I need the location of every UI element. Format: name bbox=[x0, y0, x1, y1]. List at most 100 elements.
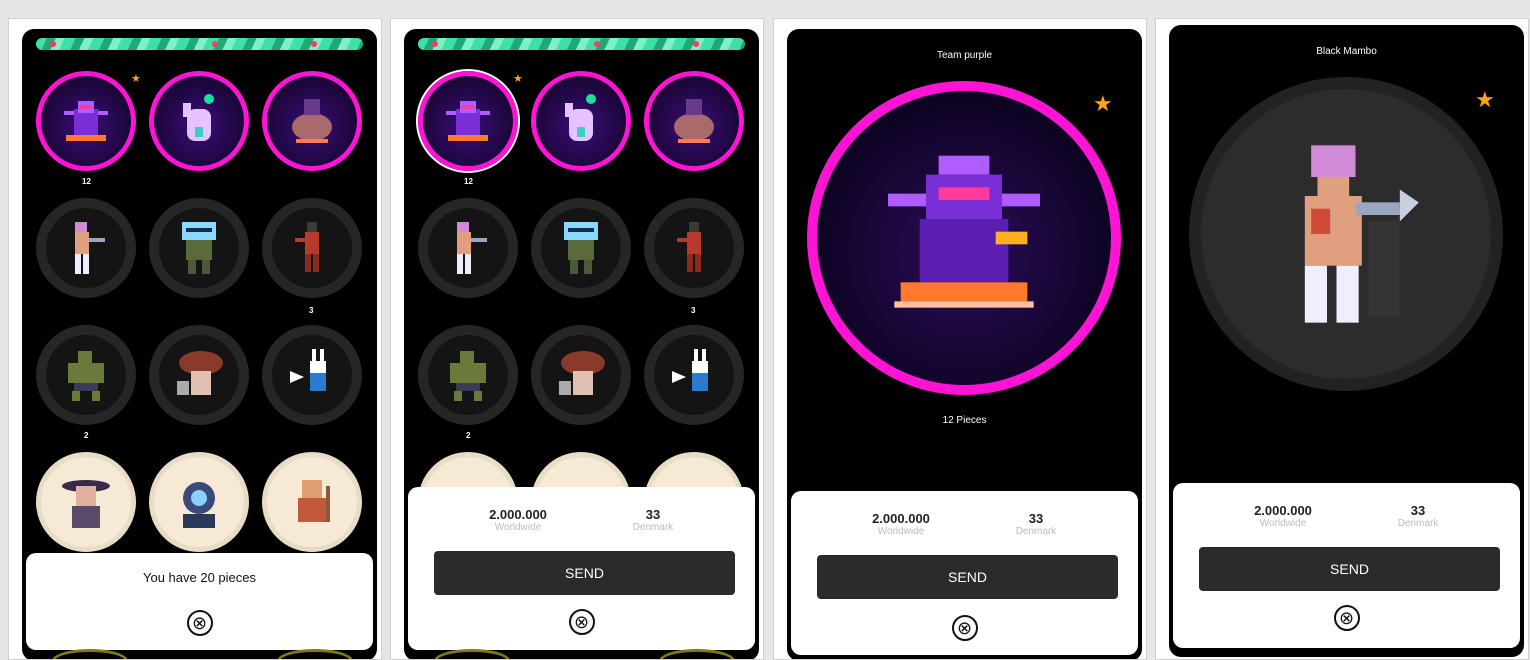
red-fighter-icon bbox=[295, 222, 319, 272]
token-hulk[interactable] bbox=[36, 325, 136, 425]
denmark-label: Denmark bbox=[1015, 526, 1057, 537]
phone-screen: Black Mambo ★ 2.000.000 Worldwide 33 Den… bbox=[1169, 25, 1524, 657]
token-black-mambo[interactable] bbox=[418, 198, 518, 298]
favorite-star-icon: ★ bbox=[1475, 87, 1495, 112]
token-cat-warrior[interactable] bbox=[262, 452, 362, 552]
progress-banner bbox=[36, 38, 363, 50]
token-team-purple[interactable] bbox=[36, 71, 136, 171]
close-icon[interactable]: ⊗ bbox=[951, 615, 978, 641]
phone-screen: Team purple ★ 12 Pieces 2.000.000 Worldw… bbox=[787, 29, 1142, 659]
close-icon[interactable]: ⊗ bbox=[186, 610, 213, 636]
stat-denmark: 33 Denmark bbox=[1348, 503, 1488, 529]
denmark-value: 33 bbox=[1410, 503, 1426, 518]
mushroom-icon bbox=[559, 351, 605, 395]
piece-count: 12 bbox=[464, 177, 473, 186]
stats-row: 2.000.000 Worldwide 33 Denmark bbox=[791, 511, 1138, 545]
brute-icon bbox=[68, 351, 104, 401]
token-witch-portrait[interactable] bbox=[36, 452, 136, 552]
lucky-cat-icon bbox=[183, 94, 214, 141]
worldwide-value: 2.000.000 bbox=[872, 511, 930, 526]
denmark-label: Denmark bbox=[1397, 518, 1439, 529]
brute-icon bbox=[450, 351, 486, 401]
favorite-star-icon: ★ bbox=[1093, 91, 1113, 116]
close-icon[interactable]: ⊗ bbox=[1333, 605, 1360, 631]
favorite-star-icon: ★ bbox=[513, 73, 523, 85]
piece-count: 12 bbox=[82, 177, 91, 186]
stats-row: 2.000.000 Worldwide 33 Denmark bbox=[408, 507, 755, 541]
denmark-value: 33 bbox=[645, 507, 661, 522]
rabbit-icon bbox=[290, 349, 326, 391]
token-team-purple[interactable] bbox=[418, 71, 518, 171]
toad-icon bbox=[674, 99, 714, 143]
token-artwork bbox=[807, 81, 1121, 395]
token-mushroom[interactable] bbox=[531, 325, 631, 425]
token-robot-portrait[interactable] bbox=[149, 452, 249, 552]
send-button[interactable]: SEND bbox=[817, 555, 1118, 599]
favorite-star-icon: ★ bbox=[131, 73, 141, 85]
phone-screen: ★ 12 3 bbox=[22, 29, 377, 659]
tv-head-icon bbox=[564, 222, 598, 274]
token-title: Black Mambo bbox=[1316, 46, 1377, 57]
token-red-fighter[interactable] bbox=[644, 198, 744, 298]
robot-throne-icon bbox=[446, 101, 490, 141]
token-lucky-cat[interactable] bbox=[531, 71, 631, 171]
token-toad[interactable] bbox=[262, 71, 362, 171]
stat-worldwide: 2.000.000 Worldwide bbox=[831, 511, 971, 537]
stat-denmark: 33 Denmark bbox=[966, 511, 1106, 537]
stats-row: 2.000.000 Worldwide 33 Denmark bbox=[1173, 503, 1520, 537]
denmark-value: 33 bbox=[1028, 511, 1044, 526]
decor-arc bbox=[434, 649, 510, 659]
cyborg-girl-icon bbox=[1304, 145, 1419, 323]
piece-count: 3 bbox=[691, 306, 696, 315]
phone-screen: ★ 12 3 bbox=[404, 29, 759, 659]
decor-arc bbox=[52, 649, 128, 659]
cyborg-girl-icon bbox=[457, 222, 487, 274]
token-black-mambo[interactable] bbox=[36, 198, 136, 298]
token-mushroom[interactable] bbox=[149, 325, 249, 425]
pieces-summary-text: You have 20 pieces bbox=[142, 570, 256, 585]
cyborg-girl-icon bbox=[75, 222, 105, 274]
witch-portrait-icon bbox=[62, 480, 110, 528]
mushroom-icon bbox=[177, 351, 223, 395]
stat-worldwide: 2.000.000 Worldwide bbox=[1213, 503, 1353, 529]
robot-throne-icon bbox=[888, 155, 1040, 308]
token-rabbit[interactable] bbox=[262, 325, 362, 425]
token-lucky-cat[interactable] bbox=[149, 71, 249, 171]
screen-token-detail-black-mambo: Black Mambo ★ 2.000.000 Worldwide 33 Den… bbox=[1155, 18, 1529, 660]
toad-icon bbox=[292, 99, 332, 143]
token-grid: ★ 12 3 2 bbox=[36, 71, 366, 579]
progress-banner bbox=[418, 38, 745, 50]
token-red-fighter[interactable] bbox=[262, 198, 362, 298]
token-toad[interactable] bbox=[644, 71, 744, 171]
tv-head-icon bbox=[182, 222, 216, 274]
pieces-sheet: You have 20 pieces ⊗ bbox=[26, 553, 373, 650]
worldwide-label: Worldwide bbox=[877, 526, 925, 537]
worldwide-label: Worldwide bbox=[494, 522, 542, 533]
red-fighter-icon bbox=[677, 222, 701, 272]
token-screen-head[interactable] bbox=[531, 198, 631, 298]
decor-arc bbox=[277, 649, 353, 659]
stat-worldwide: 2.000.000 Worldwide bbox=[448, 507, 588, 533]
close-icon[interactable]: ⊗ bbox=[568, 609, 595, 635]
send-sheet: 2.000.000 Worldwide 33 Denmark SEND ⊗ bbox=[791, 491, 1138, 655]
lucky-cat-icon bbox=[565, 94, 596, 141]
send-button[interactable]: SEND bbox=[434, 551, 735, 595]
send-button[interactable]: SEND bbox=[1199, 547, 1500, 591]
token-rabbit[interactable] bbox=[644, 325, 744, 425]
token-screen-head[interactable] bbox=[149, 198, 249, 298]
denmark-label: Denmark bbox=[632, 522, 674, 533]
worldwide-value: 2.000.000 bbox=[489, 507, 547, 522]
robot-throne-icon bbox=[64, 101, 108, 141]
pieces-count-text: 12 Pieces bbox=[942, 415, 987, 426]
token-artwork bbox=[1189, 77, 1503, 391]
worldwide-value: 2.000.000 bbox=[1254, 503, 1312, 518]
screen-token-detail-team-purple: Team purple ★ 12 Pieces 2.000.000 Worldw… bbox=[773, 18, 1147, 660]
piece-count: 3 bbox=[309, 306, 314, 315]
screen-collection-2: ★ 12 3 2 2.000.000 Worldwide 33 Denmark … bbox=[390, 18, 764, 660]
piece-count: 2 bbox=[84, 431, 89, 440]
send-sheet: 2.000.000 Worldwide 33 Denmark SEND ⊗ bbox=[408, 487, 755, 650]
screen-collection-1: ★ 12 3 2 You have 20 pieces ⊗ bbox=[8, 18, 382, 660]
send-sheet: 2.000.000 Worldwide 33 Denmark SEND ⊗ bbox=[1173, 483, 1520, 648]
decor-arc bbox=[659, 649, 735, 659]
token-hulk[interactable] bbox=[418, 325, 518, 425]
